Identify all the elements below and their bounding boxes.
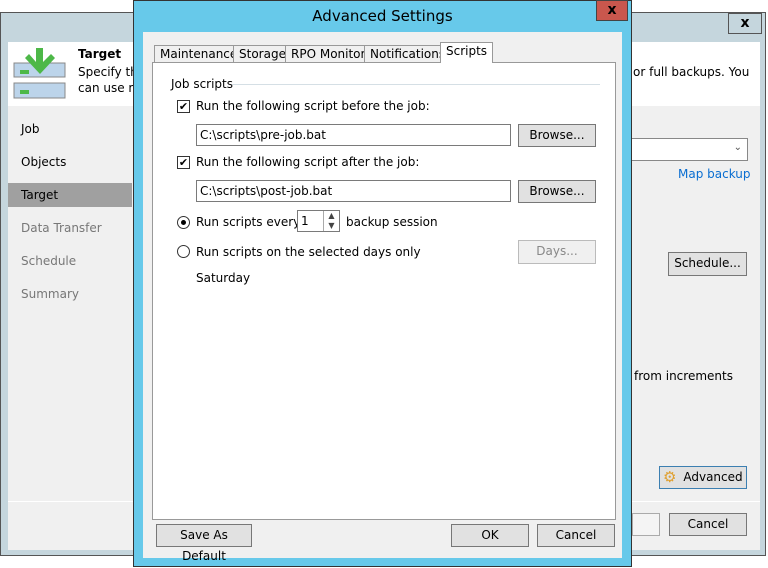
map-backup-link[interactable]: Map backup (678, 167, 751, 181)
nav-target[interactable]: Target (21, 188, 58, 202)
save-as-default-button[interactable]: Save As Default (156, 524, 252, 563)
session-count-stepper[interactable]: 1 ▲ ▼ (297, 210, 340, 232)
run-every-label: Run scripts every (196, 215, 301, 229)
after-script-label: Run the following script after the job: (196, 155, 420, 169)
before-script-label: Run the following script before the job: (196, 99, 430, 113)
wizard-description-2: can use m (78, 81, 141, 95)
wizard-close-button[interactable]: x (728, 13, 762, 34)
nav-schedule[interactable]: Schedule (21, 254, 76, 268)
schedule-button[interactable]: Schedule... (668, 252, 747, 276)
selected-days-radio[interactable] (177, 245, 190, 258)
wizard-step-title: Target (78, 47, 122, 61)
tab-storage[interactable]: Storage (233, 45, 292, 63)
wizard-description-tail: or full backups. You (633, 65, 750, 79)
browse-before-button[interactable]: Browse... (518, 124, 596, 147)
selected-days-value: Saturday (196, 271, 251, 285)
run-every-radio[interactable] (177, 216, 190, 229)
after-script-input[interactable]: C:\scripts\post-job.bat (196, 180, 511, 202)
group-title: Job scripts (171, 77, 234, 91)
session-count-value: 1 (301, 214, 309, 228)
before-script-input[interactable]: C:\scripts\pre-job.bat (196, 124, 511, 146)
ok-button[interactable]: OK (451, 524, 529, 547)
nav-data-transfer[interactable]: Data Transfer (21, 221, 102, 235)
advanced-label: Advanced (683, 470, 743, 484)
dialog-close-button[interactable]: x (596, 0, 628, 21)
tab-maintenance[interactable]: Maintenance (154, 45, 244, 63)
target-icon (13, 48, 66, 99)
before-script-checkbox[interactable]: ✔ (177, 100, 190, 113)
cancel-button[interactable]: Cancel (537, 524, 615, 547)
stepper-arrows-icon[interactable]: ▲ ▼ (323, 211, 339, 231)
group-divider (232, 84, 600, 85)
chevron-down-icon: ⌄ (733, 142, 742, 153)
nav-job[interactable]: Job (21, 122, 40, 136)
after-script-checkbox[interactable]: ✔ (177, 156, 190, 169)
wizard-cancel-button[interactable]: Cancel (669, 513, 747, 536)
finish-button[interactable] (632, 513, 660, 536)
nav-summary[interactable]: Summary (21, 287, 79, 301)
selected-days-label: Run scripts on the selected days only (196, 245, 421, 259)
nav-objects[interactable]: Objects (21, 155, 66, 169)
increments-text: from increments (634, 369, 733, 383)
gear-icon: ⚙ (663, 468, 677, 486)
tab-rpo-monitor[interactable]: RPO Monitor (285, 45, 372, 63)
dialog-title: Advanced Settings (312, 7, 453, 25)
repository-dropdown[interactable]: ⌄ (630, 138, 748, 161)
run-every-suffix: backup session (346, 215, 438, 229)
browse-after-button[interactable]: Browse... (518, 180, 596, 203)
tab-notifications[interactable]: Notifications (364, 45, 452, 63)
tab-scripts[interactable]: Scripts (440, 42, 494, 63)
advanced-button[interactable]: ⚙ Advanced (659, 466, 747, 489)
days-button[interactable]: Days... (518, 240, 596, 264)
